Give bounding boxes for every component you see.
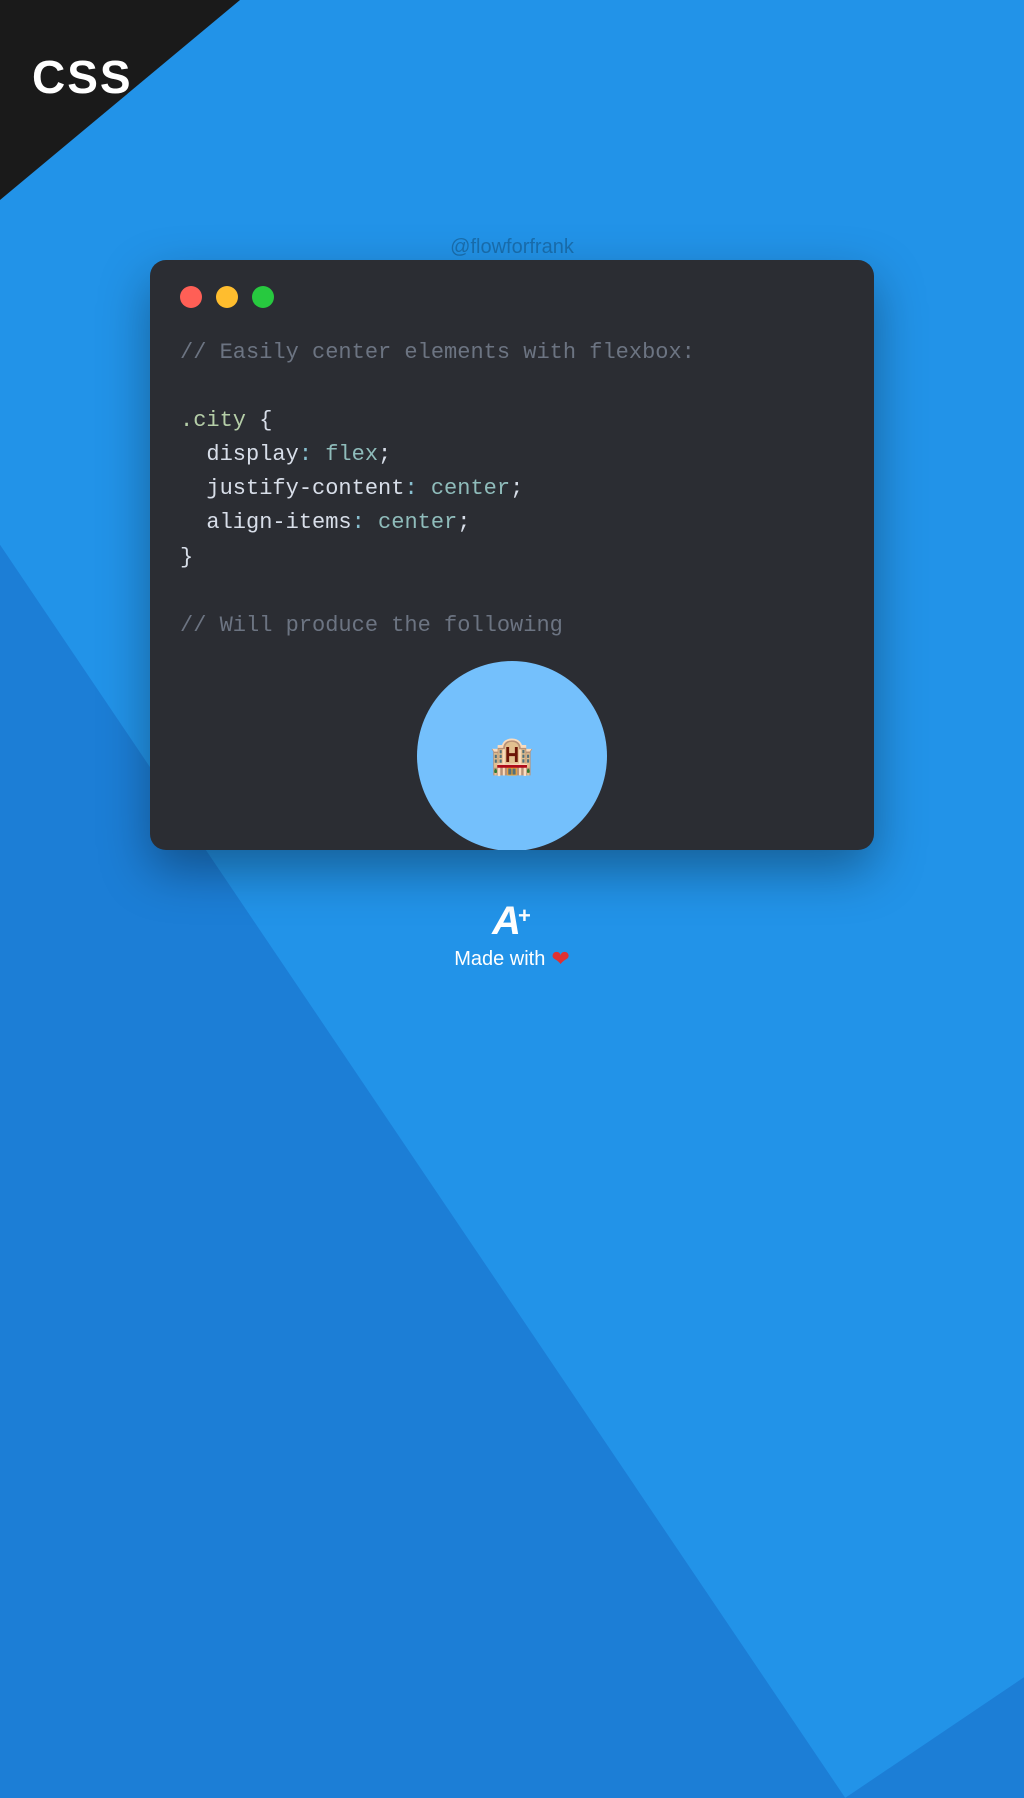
logo-plus-icon: + <box>518 903 530 928</box>
close-icon[interactable] <box>180 286 202 308</box>
footer: A+ Made with ❤ <box>454 899 570 972</box>
code-value: center <box>431 476 510 501</box>
code-semicolon: ; <box>457 510 470 535</box>
code-comment: // Easily center elements with flexbox: <box>180 340 695 365</box>
minimize-icon[interactable] <box>216 286 238 308</box>
code-selector: .city <box>180 408 246 433</box>
logo-letter: A <box>492 899 520 943</box>
footer-logo: A+ <box>492 899 532 944</box>
code-comment: // Will produce the following <box>180 613 563 638</box>
code-editor-window: // Easily center elements with flexbox: … <box>150 260 874 850</box>
code-semicolon: ; <box>378 442 391 467</box>
code-block: // Easily center elements with flexbox: … <box>180 336 844 643</box>
demo-output-circle: 🏨 <box>417 661 607 850</box>
corner-badge-label: CSS <box>32 50 133 104</box>
code-semicolon: ; <box>510 476 523 501</box>
code-value: center <box>378 510 457 535</box>
maximize-icon[interactable] <box>252 286 274 308</box>
code-colon: : <box>352 510 378 535</box>
code-colon: : <box>404 476 430 501</box>
code-value: flex <box>325 442 378 467</box>
watermark-handle: @flowforfrank <box>450 236 574 259</box>
code-property: display <box>206 442 298 467</box>
code-brace-close: } <box>180 545 193 570</box>
heart-icon: ❤ <box>551 946 569 972</box>
code-property: justify-content <box>206 476 404 501</box>
code-brace-open: { <box>246 408 272 433</box>
hotel-icon: 🏨 <box>490 735 535 777</box>
footer-tagline: Made with ❤ <box>454 946 570 972</box>
code-property: align-items <box>206 510 351 535</box>
made-with-text: Made with <box>454 948 545 971</box>
code-colon: : <box>299 442 325 467</box>
window-controls <box>180 286 844 308</box>
